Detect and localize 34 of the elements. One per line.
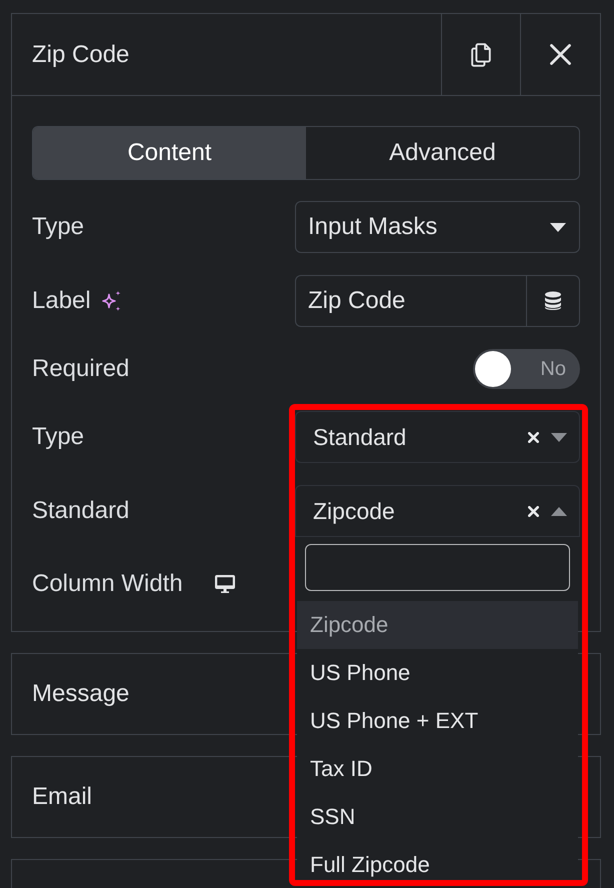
dropdown-option[interactable]: Tax ID — [297, 745, 578, 793]
tab[interactable]: Content — [33, 127, 306, 179]
select-field[interactable]: Standard — [295, 411, 580, 463]
search-field[interactable] — [305, 544, 570, 591]
caret-down-icon — [551, 432, 567, 442]
monitor-icon — [214, 574, 236, 594]
field-label: Label — [32, 287, 91, 315]
database-icon — [544, 291, 562, 311]
field-label: Required — [32, 355, 130, 383]
caret-down-icon — [550, 222, 566, 232]
tab[interactable]: Advanced — [306, 127, 579, 179]
toggle-switch[interactable]: No — [473, 349, 580, 389]
dropdown-option[interactable]: US Phone — [297, 649, 578, 697]
field-label: Type — [32, 423, 84, 451]
field-label: Column Width — [32, 570, 183, 598]
dropdown-option[interactable]: US Phone + EXT — [297, 697, 578, 745]
dropdown-option[interactable]: SSN — [297, 793, 578, 841]
section-title[interactable]: Message — [32, 680, 130, 708]
dropdown-option[interactable]: Zipcode — [297, 601, 578, 649]
close-icon — [550, 44, 571, 65]
caret-up-icon — [551, 506, 567, 516]
field-label: Type — [32, 213, 84, 241]
dynamic-tags-button[interactable] — [526, 275, 580, 327]
clear-icon[interactable] — [528, 432, 539, 442]
copy-icon — [471, 42, 491, 66]
section-title[interactable]: Email — [32, 783, 92, 811]
select-field[interactable]: Zipcode — [295, 485, 580, 537]
dropdown-option[interactable]: Full Zipcode — [297, 841, 578, 888]
select-field[interactable]: Input Masks — [295, 201, 580, 253]
sparkle-icon — [100, 290, 123, 312]
panel-title: Zip Code — [31, 40, 130, 70]
clear-icon[interactable] — [528, 506, 539, 516]
field-label: Standard — [32, 497, 130, 525]
text-field[interactable]: Zip Code — [295, 275, 526, 327]
